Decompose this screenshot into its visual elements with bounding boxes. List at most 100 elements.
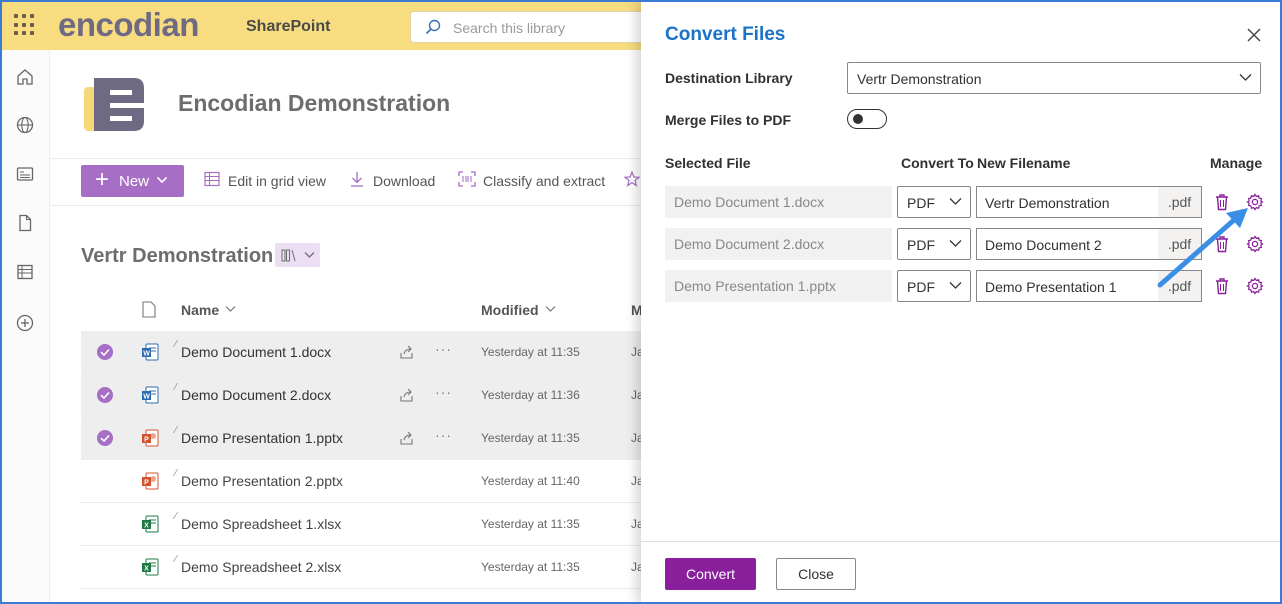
- new-filename-input[interactable]: Vertr Demonstration .pdf: [976, 186, 1202, 218]
- chevron-down-icon[interactable]: [545, 305, 556, 313]
- file-name-link[interactable]: Demo Presentation 2.pptx: [181, 473, 343, 489]
- destination-library-value: Vertr Demonstration: [857, 71, 982, 87]
- table-row[interactable]: W ⁄ Demo Document 2.docx ··· Yesterday at 11…: [81, 374, 651, 417]
- share-icon[interactable]: [399, 344, 415, 360]
- search-placeholder: Search this library: [453, 20, 566, 36]
- file-extension-suffix: .pdf: [1158, 271, 1201, 301]
- table-row[interactable]: W ⁄ Demo Document 1.docx ··· Yesterday at 11…: [81, 331, 651, 374]
- convert-to-value: PDF: [907, 279, 935, 295]
- grid-view-icon: [204, 171, 220, 187]
- footer-divider: [641, 541, 1282, 542]
- app-name[interactable]: SharePoint: [246, 18, 330, 36]
- close-button[interactable]: Close: [776, 558, 856, 590]
- selected-file-name: Demo Document 2.docx: [674, 236, 825, 252]
- new-button[interactable]: + New: [81, 165, 184, 197]
- column-header-name[interactable]: Name: [181, 302, 219, 318]
- search-box[interactable]: Search this library: [410, 11, 670, 43]
- file-name-link[interactable]: Demo Document 1.docx: [181, 344, 331, 360]
- table-row[interactable]: P ⁄ Demo Presentation 1.pptx ··· Yesterday a…: [81, 417, 651, 460]
- ppt-file-icon: P: [141, 472, 159, 490]
- svg-text:P: P: [144, 437, 149, 444]
- file-name-link[interactable]: Demo Presentation 1.pptx: [181, 430, 343, 446]
- document-icon[interactable]: [15, 213, 35, 233]
- site-logo-icon[interactable]: [84, 75, 152, 133]
- checkmark-icon[interactable]: [97, 387, 113, 403]
- classify-extract-button[interactable]: Classify and extract: [483, 173, 605, 189]
- new-item-icon: ⁄: [175, 425, 177, 436]
- download-button[interactable]: Download: [373, 173, 435, 189]
- star-icon[interactable]: [624, 171, 640, 187]
- file-type-icon: [142, 301, 156, 318]
- new-item-icon: ⁄: [175, 468, 177, 479]
- library-icon: [281, 249, 296, 262]
- site-title: Encodian Demonstration: [178, 90, 451, 116]
- ppt-file-icon: P: [141, 429, 159, 447]
- gear-icon[interactable]: [1246, 277, 1264, 295]
- list-icon[interactable]: [15, 262, 35, 282]
- edit-grid-view-button[interactable]: Edit in grid view: [228, 173, 326, 189]
- chevron-down-icon: [156, 176, 168, 184]
- selected-file-name: Demo Presentation 1.pptx: [674, 278, 836, 294]
- convert-to-dropdown[interactable]: PDF: [897, 270, 971, 302]
- gear-icon[interactable]: [1246, 193, 1264, 211]
- more-options-icon[interactable]: ···: [435, 427, 452, 443]
- chevron-down-icon[interactable]: [225, 305, 236, 313]
- search-icon: [425, 19, 441, 35]
- delete-icon[interactable]: [1214, 193, 1230, 211]
- table-row[interactable]: X ⁄ Demo Spreadsheet 2.xlsx Yesterday at 11…: [81, 546, 651, 589]
- home-icon[interactable]: [15, 67, 35, 87]
- modified-date: Yesterday at 11:35: [481, 431, 580, 445]
- modified-date: Yesterday at 11:35: [481, 560, 580, 574]
- new-filename-value: Demo Document 2: [985, 237, 1102, 253]
- more-options-icon[interactable]: ···: [435, 384, 452, 400]
- destination-library-label: Destination Library: [665, 70, 793, 86]
- header-new-filename: New Filename: [977, 155, 1071, 171]
- word-file-icon: W: [141, 343, 159, 361]
- merge-files-toggle[interactable]: [847, 109, 887, 129]
- news-icon[interactable]: [15, 164, 35, 184]
- new-item-icon: ⁄: [175, 339, 177, 350]
- checkmark-icon[interactable]: [97, 430, 113, 446]
- new-filename-input[interactable]: Demo Document 2 .pdf: [976, 228, 1202, 260]
- share-icon[interactable]: [399, 430, 415, 446]
- toggle-knob: [853, 114, 863, 124]
- table-row[interactable]: X ⁄ Demo Spreadsheet 1.xlsx Yesterday at 11…: [81, 503, 651, 546]
- header-selected-file: Selected File: [665, 155, 751, 171]
- chevron-down-icon: [1239, 74, 1252, 81]
- file-name-link[interactable]: Demo Spreadsheet 2.xlsx: [181, 559, 341, 575]
- delete-icon[interactable]: [1214, 235, 1230, 253]
- new-button-label: New: [119, 173, 150, 190]
- left-rail: [0, 50, 50, 604]
- chevron-down-icon: [949, 240, 962, 247]
- globe-icon[interactable]: [15, 115, 35, 135]
- modified-date: Yesterday at 11:35: [481, 517, 580, 531]
- delete-icon[interactable]: [1214, 277, 1230, 295]
- convert-to-dropdown[interactable]: PDF: [897, 228, 971, 260]
- file-extension-suffix: .pdf: [1158, 229, 1201, 259]
- panel-title: Convert Files: [665, 24, 786, 45]
- close-icon[interactable]: [1247, 28, 1261, 42]
- library-view-switcher[interactable]: [275, 243, 320, 267]
- download-icon: [351, 172, 363, 187]
- convert-to-dropdown[interactable]: PDF: [897, 186, 971, 218]
- file-name-link[interactable]: Demo Spreadsheet 1.xlsx: [181, 516, 341, 532]
- gear-icon[interactable]: [1246, 235, 1264, 253]
- selected-file-field: Demo Presentation 1.pptx: [665, 270, 892, 302]
- table-row[interactable]: P ⁄ Demo Presentation 2.pptx Yesterday at 1…: [81, 460, 651, 503]
- convert-to-value: PDF: [907, 195, 935, 211]
- column-header-modified[interactable]: Modified: [481, 302, 539, 318]
- share-icon[interactable]: [399, 387, 415, 403]
- app-launcher-icon[interactable]: [14, 14, 36, 36]
- add-icon[interactable]: [15, 313, 35, 333]
- new-item-icon: ⁄: [175, 382, 177, 393]
- convert-button[interactable]: Convert: [665, 558, 756, 590]
- checkmark-icon[interactable]: [97, 344, 113, 360]
- file-name-link[interactable]: Demo Document 2.docx: [181, 387, 331, 403]
- more-options-icon[interactable]: ···: [435, 341, 452, 357]
- destination-library-dropdown[interactable]: Vertr Demonstration: [847, 62, 1261, 94]
- file-extension-suffix: .pdf: [1158, 187, 1201, 217]
- selected-file-field: Demo Document 2.docx: [665, 228, 892, 260]
- new-filename-input[interactable]: Demo Presentation 1 .pdf: [976, 270, 1202, 302]
- brand-logo[interactable]: encodian: [58, 6, 199, 44]
- new-filename-value: Demo Presentation 1: [985, 279, 1117, 295]
